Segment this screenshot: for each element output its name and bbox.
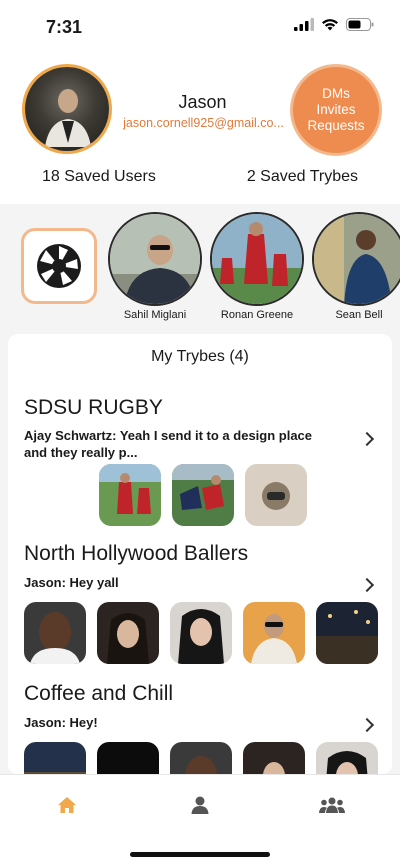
bottom-tab-bar	[0, 774, 400, 865]
trybe-photo	[170, 602, 232, 664]
trybe-last-message: Ajay Schwartz: Yeah I send it to a desig…	[24, 428, 313, 460]
profile-avatar[interactable]	[22, 64, 112, 154]
trybe-photo	[172, 464, 234, 526]
profile-email: jason.cornell925@gmail.co...	[123, 116, 284, 130]
trybe-name: SDSU RUGBY	[24, 396, 163, 419]
story-item[interactable]: Sahil Miglani	[108, 212, 202, 321]
story-item[interactable]: Sean Bell	[312, 212, 400, 321]
invites-label: Invites	[316, 102, 356, 117]
trybe-photo	[97, 602, 159, 664]
dms-invites-requests-button[interactable]: DMs Invites Requests	[290, 64, 382, 156]
story-avatar[interactable]	[210, 212, 304, 306]
trybe-photo	[243, 742, 305, 774]
trybe-photo	[170, 742, 232, 774]
home-indicator	[130, 852, 270, 857]
tab-home[interactable]	[53, 791, 81, 819]
home-icon	[58, 797, 76, 813]
chevron-right-icon[interactable]	[359, 431, 375, 447]
trybe-photo	[24, 742, 86, 774]
status-bar: 7:31	[0, 0, 400, 54]
trybe-photo	[245, 464, 307, 526]
story-item[interactable]: Ronan Greene	[210, 212, 304, 321]
profile-name: Jason	[178, 92, 227, 112]
trybe-item[interactable]: SDSU RUGBY Ajay Schwartz: Yeah I send it…	[8, 394, 392, 529]
wifi-icon	[322, 19, 338, 31]
tab-groups[interactable]	[318, 791, 346, 819]
saved-trybes-count[interactable]: 2 Saved Trybes	[247, 168, 358, 186]
trybe-photo	[24, 602, 86, 664]
status-time: 7:31	[46, 17, 83, 37]
my-trybes-card: My Trybes (4) SDSU RUGBY Ajay Schwartz: …	[8, 334, 392, 774]
chevron-right-icon[interactable]	[359, 577, 375, 593]
my-trybes-title: My Trybes (4)	[151, 348, 249, 365]
requests-label: Requests	[307, 118, 365, 133]
person-icon	[191, 796, 209, 814]
chevron-right-icon[interactable]	[359, 717, 375, 733]
trybe-photo	[316, 742, 378, 774]
story-avatar[interactable]	[108, 212, 202, 306]
profile-header: Jason jason.cornell925@gmail.co... DMs I…	[0, 54, 400, 204]
signal-icon	[294, 18, 314, 31]
trybe-photo	[99, 464, 161, 526]
camera-button[interactable]	[21, 228, 97, 304]
stories-row: Sahil Miglani Ronan Greene Sean Bell	[0, 204, 400, 328]
story-name: Sahil Miglani	[123, 309, 187, 321]
trybe-last-message: Jason: Hey!	[24, 715, 98, 730]
trybe-name: North Hollywood Ballers	[24, 542, 249, 565]
story-avatar[interactable]	[312, 212, 400, 306]
camera-shutter-icon	[37, 244, 81, 288]
trybe-photo	[243, 602, 305, 664]
tab-profile[interactable]	[186, 791, 214, 819]
group-icon	[319, 797, 345, 813]
story-name: Ronan Greene	[220, 309, 294, 321]
trybe-photo	[316, 602, 378, 664]
status-icons	[294, 18, 374, 31]
story-name: Sean Bell	[335, 309, 383, 321]
trybe-last-message: Jason: Hey yall	[24, 575, 119, 590]
battery-icon	[346, 18, 374, 31]
dm-label: DMs	[322, 86, 350, 101]
trybe-item[interactable]: North Hollywood Ballers Jason: Hey yall	[8, 540, 392, 675]
trybe-item[interactable]: Coffee and Chill Jason: Hey!	[8, 680, 392, 774]
trybe-photo	[97, 742, 159, 774]
trybe-name: Coffee and Chill	[24, 682, 174, 705]
saved-users-count[interactable]: 18 Saved Users	[42, 168, 156, 186]
